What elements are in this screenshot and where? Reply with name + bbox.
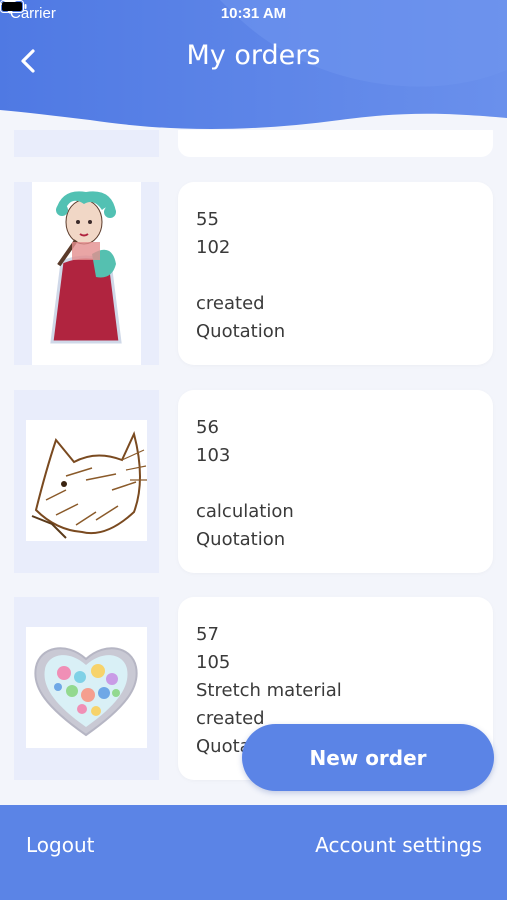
- order-material: [196, 262, 285, 290]
- order-card[interactable]: 56 103 calculation Quotation: [178, 390, 493, 573]
- status-bar: Carrier 10:31 AM: [0, 0, 507, 30]
- embroidered-figure-image: [32, 182, 141, 365]
- order-id: 57: [196, 624, 219, 645]
- page-title: My orders: [186, 40, 321, 71]
- orders-list[interactable]: 55 102 created Quotation 56 103 calculat…: [0, 130, 507, 805]
- order-thumbnail[interactable]: [14, 182, 159, 365]
- order-number: 102: [196, 237, 231, 258]
- order-type: Quotation: [196, 321, 286, 342]
- header: Carrier 10:31 AM My orders: [0, 0, 507, 140]
- order-thumbnail[interactable]: [14, 597, 159, 780]
- order-card-partial[interactable]: [178, 130, 493, 157]
- order-id: 55: [196, 209, 219, 230]
- order-status: created: [196, 293, 265, 314]
- account-settings-button[interactable]: Account settings: [315, 833, 482, 857]
- battery-icon: [0, 0, 27, 13]
- order-material: Stretch material: [196, 680, 342, 701]
- order-details: 56 103 calculation Quotation: [196, 414, 294, 554]
- status-time: 10:31 AM: [220, 5, 287, 22]
- embroidered-fox-image: [26, 420, 147, 541]
- order-number: 105: [196, 652, 231, 673]
- embroidered-heart-image: [26, 627, 147, 748]
- order-thumbnail[interactable]: [14, 390, 159, 573]
- logout-button[interactable]: Logout: [26, 833, 94, 857]
- order-material: [196, 470, 294, 498]
- bottom-bar: Logout Account settings: [0, 805, 507, 900]
- order-status: calculation: [196, 501, 294, 522]
- order-type: Quotation: [196, 529, 286, 550]
- orders-screen: Carrier 10:31 AM My orders 55 102 create…: [0, 0, 507, 900]
- order-card[interactable]: 55 102 created Quotation: [178, 182, 493, 365]
- order-row[interactable]: 55 102 created Quotation: [0, 182, 507, 367]
- order-row[interactable]: 56 103 calculation Quotation: [0, 390, 507, 575]
- new-order-button[interactable]: New order: [242, 724, 494, 791]
- order-thumbnail-partial: [14, 130, 159, 157]
- order-number: 103: [196, 445, 231, 466]
- order-id: 56: [196, 417, 219, 438]
- order-details: 55 102 created Quotation: [196, 206, 285, 346]
